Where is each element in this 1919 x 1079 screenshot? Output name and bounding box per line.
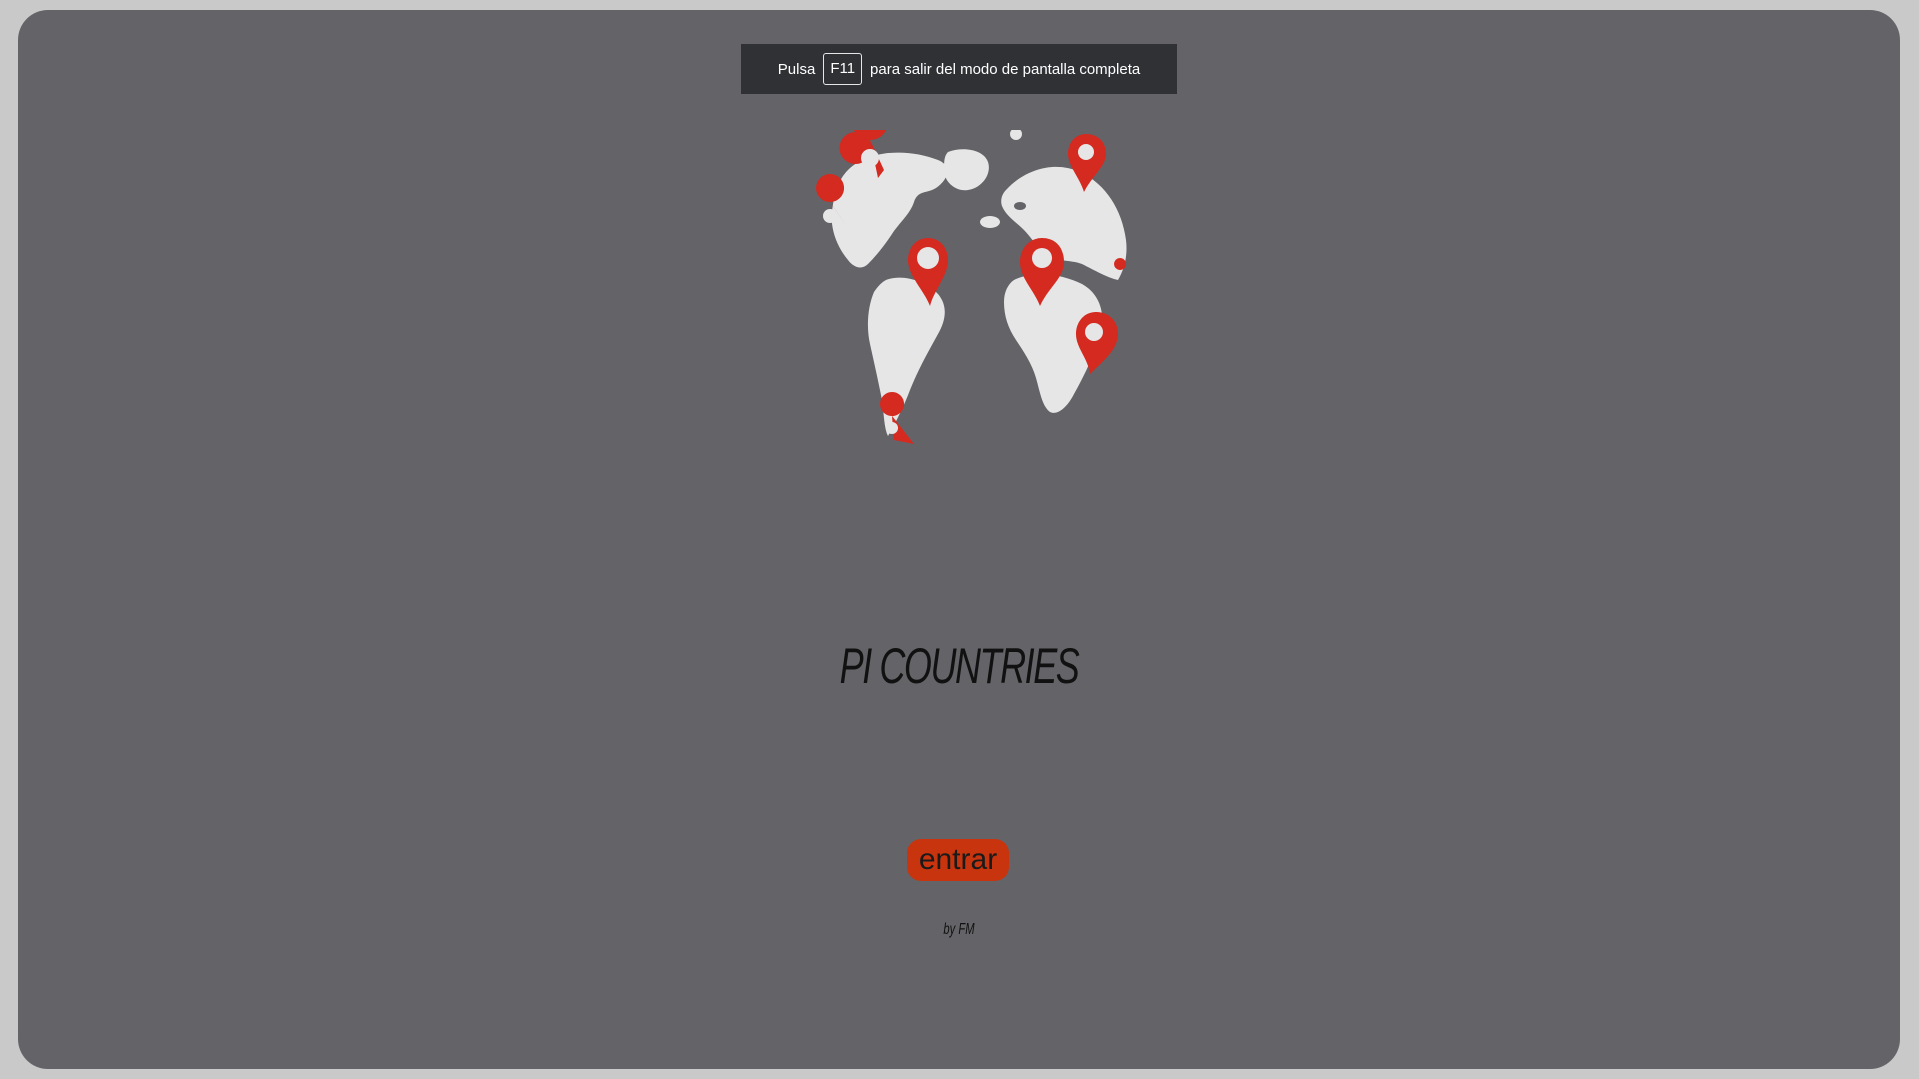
fullscreen-notice-prefix: Pulsa xyxy=(777,60,816,78)
app-window: Pulsa F11 para salir del modo de pantall… xyxy=(18,10,1900,1069)
page-title: PI COUNTRIES xyxy=(839,638,1080,694)
enter-button[interactable]: entrar xyxy=(907,839,1009,881)
globe-logo xyxy=(788,98,1148,460)
map-pin-icon xyxy=(1114,258,1127,270)
map-pin-icon xyxy=(1004,98,1029,144)
globe-with-map-pins-icon xyxy=(816,98,1127,444)
fullscreen-notice-suffix: para salir del modo de pantalla completa xyxy=(870,60,1141,78)
author-byline: by FM xyxy=(943,921,975,938)
fullscreen-exit-notice: Pulsa F11 para salir del modo de pantall… xyxy=(741,44,1177,94)
f11-key-badge: F11 xyxy=(823,53,863,85)
